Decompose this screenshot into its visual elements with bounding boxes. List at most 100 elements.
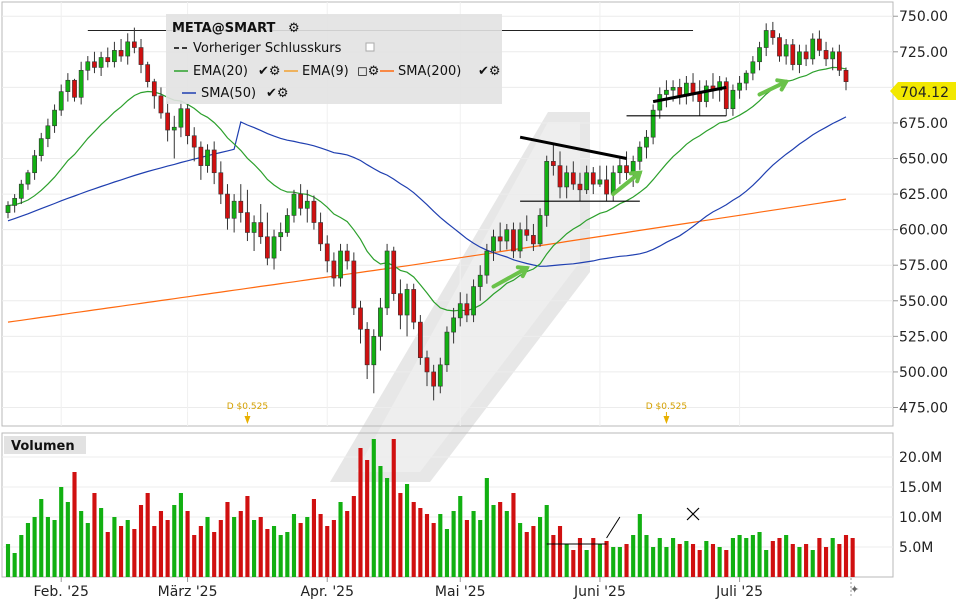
volume-bar xyxy=(817,538,822,577)
volume-bar xyxy=(571,550,576,577)
candle-body xyxy=(537,215,543,245)
candle-body xyxy=(411,289,417,323)
candle-body xyxy=(657,94,663,111)
candle-body xyxy=(531,235,536,245)
candle-body xyxy=(171,126,177,131)
candle-body xyxy=(544,161,550,216)
volume-bar xyxy=(518,523,523,577)
date-tick-label: Feb. '25 xyxy=(34,584,89,600)
candle-body xyxy=(38,138,44,156)
scroll-right-icon[interactable]: ✦ xyxy=(850,583,859,596)
sma50-line xyxy=(7,116,847,267)
volume-bar xyxy=(25,523,31,577)
price-tick-label: 475.00 xyxy=(899,401,948,417)
volume-bar xyxy=(664,547,669,577)
volume-bar xyxy=(757,532,762,577)
sma200-check-icon[interactable]: ✔⚙ xyxy=(478,64,501,79)
volume-bar xyxy=(52,520,57,577)
candle-body xyxy=(803,51,809,60)
volume-bar xyxy=(498,502,503,577)
volume-bar xyxy=(491,505,496,577)
candle-body xyxy=(398,293,403,316)
volume-bar xyxy=(192,535,197,577)
candle-body xyxy=(198,146,204,166)
candle-body xyxy=(557,165,563,188)
candle-body xyxy=(52,109,57,127)
volume-bar xyxy=(12,553,17,577)
ema9-check-icon[interactable]: ◻⚙ xyxy=(357,64,379,79)
candle-body xyxy=(551,161,556,166)
volume-bar xyxy=(238,511,243,577)
prev-close-toggle-icon[interactable] xyxy=(365,42,375,52)
volume-bar xyxy=(444,529,450,577)
price-tick-label: 525.00 xyxy=(899,329,948,345)
volume-bar xyxy=(611,547,616,577)
volume-bar xyxy=(265,529,270,577)
candle-body xyxy=(391,250,397,294)
price-tick-label: 550.00 xyxy=(899,294,948,310)
settings-icon[interactable]: ⚙ xyxy=(288,21,300,36)
volume-bar xyxy=(145,493,150,577)
candle-body xyxy=(517,229,523,252)
candle-body xyxy=(72,79,77,98)
volume-bar xyxy=(764,550,769,577)
candle-body xyxy=(318,222,323,245)
date-tick-label: Juni '25 xyxy=(573,584,626,600)
candle-body xyxy=(338,250,343,279)
candle-body xyxy=(18,183,24,199)
candle-body xyxy=(165,112,170,131)
candle-body xyxy=(284,215,290,233)
candle-body xyxy=(417,321,423,359)
sma50-check-icon[interactable]: ✔⚙ xyxy=(266,86,289,101)
volume-bar xyxy=(65,502,70,577)
ema20-check-icon[interactable]: ✔⚙ xyxy=(258,64,281,79)
candle-body xyxy=(145,64,151,82)
volume-bar xyxy=(59,487,64,577)
candle-body xyxy=(92,61,97,68)
candle-body xyxy=(178,108,184,128)
candle-body xyxy=(211,149,217,174)
candle-body xyxy=(231,200,237,219)
volume-bar xyxy=(345,511,350,577)
date-tick-label: Mai '25 xyxy=(435,584,486,600)
candle-body xyxy=(344,250,350,262)
legend-ema9: EMA(9) xyxy=(302,64,349,79)
volume-bar xyxy=(830,538,835,577)
volume-tick-label: 5.0M xyxy=(899,540,933,556)
volume-bar xyxy=(318,514,323,577)
candle-body xyxy=(5,205,11,213)
candle-body xyxy=(331,260,337,279)
candle-body xyxy=(491,236,496,252)
volume-bar xyxy=(198,526,203,577)
volume-tick-label: 20.0M xyxy=(899,450,942,466)
volume-bar xyxy=(152,526,157,577)
candle-body xyxy=(703,85,709,102)
candle-body xyxy=(644,136,649,148)
candle-body xyxy=(597,179,603,185)
candle-body xyxy=(790,44,796,65)
volume-bar xyxy=(365,460,370,577)
candle-body xyxy=(664,89,669,95)
volume-bar xyxy=(484,478,489,577)
volume-bar xyxy=(804,544,809,577)
volume-bar xyxy=(119,526,124,577)
volume-bar xyxy=(744,538,749,577)
volume-bar xyxy=(271,526,277,577)
volume-bar xyxy=(285,532,290,577)
volume-bar xyxy=(524,532,529,577)
volume-bar xyxy=(544,505,549,577)
volume-bar xyxy=(777,538,782,577)
volume-bar xyxy=(531,526,536,577)
candle-body xyxy=(590,172,596,185)
legend-prev-close: Vorheriger Schlusskurs xyxy=(193,41,342,56)
volume-bar xyxy=(750,535,755,577)
price-axis: 750.00725.00700.00675.00650.00625.00600.… xyxy=(893,9,948,417)
candle-body xyxy=(484,250,490,276)
volume-bar xyxy=(378,466,383,577)
candle-body xyxy=(358,307,363,330)
candle-body xyxy=(251,222,257,233)
volume-bar xyxy=(172,505,177,577)
stock-chart: 750.00725.00700.00675.00650.00625.00600.… xyxy=(1,1,956,600)
candle-body xyxy=(730,89,736,110)
candle-body xyxy=(723,81,729,110)
